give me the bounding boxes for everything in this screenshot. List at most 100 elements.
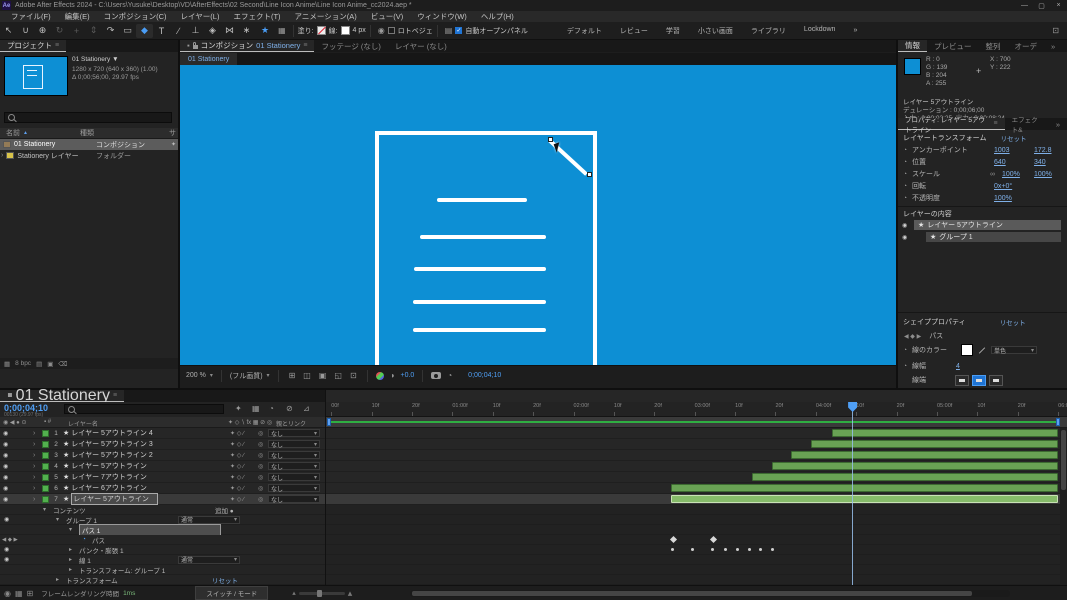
label-color-chip[interactable] <box>42 452 49 459</box>
layer-row[interactable]: ◉›1★レイヤー 5アウトライン 4✦ ◇ ∕◎なし▾ <box>0 428 325 439</box>
text-tool-icon[interactable]: T <box>153 24 170 38</box>
eye-icon[interactable]: ◉ <box>3 430 33 437</box>
folder-icon[interactable]: ▤ <box>445 26 453 35</box>
zoom-tool-icon[interactable]: ⊕ <box>34 24 51 38</box>
lock-icon[interactable] <box>193 45 198 49</box>
layer-duration-bar[interactable] <box>772 462 1058 470</box>
tab-info[interactable]: 情報 <box>898 40 927 52</box>
zoom-out-mountain-icon[interactable]: ▴ <box>292 589 296 597</box>
menu-item[interactable]: ファイル(F) <box>4 11 58 22</box>
project-item-row[interactable]: ›Stationery レイヤーフォルダー <box>0 150 178 161</box>
property-label[interactable]: 不透明度 <box>912 193 940 203</box>
label-color-chip[interactable] <box>42 474 49 481</box>
home-star-icon[interactable]: ★ <box>261 25 269 36</box>
zoom-slider-thumb[interactable] <box>317 590 322 597</box>
property-value[interactable]: 0x+0° <box>994 183 1012 190</box>
channels-icon[interactable] <box>376 372 384 380</box>
scrollbar-thumb[interactable] <box>412 591 972 596</box>
twirl-icon[interactable]: ▾ <box>43 506 46 513</box>
layer-name[interactable]: レイヤー 5アウトライン 3 <box>71 439 152 449</box>
stopwatch-icon[interactable]: ◔ <box>82 536 86 543</box>
new-comp-icon[interactable]: ▣ <box>47 360 53 368</box>
pen-tool-icon[interactable]: ◆ <box>136 24 153 38</box>
frame-blend-icon[interactable]: ◔ <box>269 404 274 413</box>
workspace-tab[interactable]: デフォルト <box>558 26 611 36</box>
property-label[interactable]: トランスフォーム: グループ 1 <box>79 565 165 575</box>
twirl-icon[interactable]: › <box>33 430 42 437</box>
parent-select[interactable]: なし▾ <box>268 451 320 459</box>
property-label[interactable]: 線 1 <box>79 555 91 565</box>
work-area-end-handle[interactable] <box>1056 418 1060 426</box>
eyedropper-icon[interactable] <box>979 347 985 353</box>
keyframe-nav-icons[interactable]: ◀ ◆ ▶ <box>2 537 18 543</box>
stroke-swatch[interactable] <box>341 26 350 35</box>
stopwatch-icon[interactable]: ◔ <box>898 171 912 178</box>
shape-reset-button[interactable]: リセット <box>1000 317 1026 327</box>
layer-switches[interactable]: ✦ ◇ ∕ <box>230 474 244 481</box>
layer-row[interactable]: ◉›6★レイヤー 6アウトライン✦ ◇ ∕◎なし▾ <box>0 483 325 494</box>
composition-mini-flowchart-icon[interactable]: ✦ <box>235 404 242 413</box>
transparency-grid-icon[interactable]: ◱ <box>332 371 344 380</box>
stroke-width-label[interactable]: 線幅 <box>912 361 926 371</box>
property-value[interactable]: 1003 <box>994 147 1010 154</box>
horizontal-scrollbar[interactable] <box>410 590 1010 597</box>
layer-name[interactable]: レイヤー 5アウトライン 4 <box>71 428 152 438</box>
parent-pickwhip-icon[interactable]: ◎ <box>258 430 263 437</box>
parent-pickwhip-icon[interactable]: ◎ <box>258 463 263 470</box>
comp-button-icon[interactable]: ◉ <box>4 589 11 598</box>
tab-preview[interactable]: プレビュー <box>927 40 979 52</box>
stopwatch-icon[interactable]: ◔ <box>898 183 912 190</box>
work-area-bar[interactable] <box>326 417 1067 428</box>
panel-menu-icon[interactable]: ≡ <box>303 42 307 49</box>
layer-duration-bar[interactable] <box>752 473 1058 481</box>
parent-pickwhip-icon[interactable]: ◎ <box>258 485 263 492</box>
eye-icon[interactable]: ◉ <box>3 474 33 481</box>
twirl-icon[interactable]: › <box>33 485 42 492</box>
eye-icon[interactable]: ◉ <box>3 441 33 448</box>
menu-item[interactable]: ウィンドウ(W) <box>410 11 474 22</box>
tab-project[interactable]: プロジェクト ≡ <box>0 40 66 52</box>
property-label[interactable]: トランスフォーム <box>66 575 118 585</box>
twirl-icon[interactable]: › <box>33 441 42 448</box>
eye-icon[interactable]: ◉ <box>3 496 33 503</box>
workspace-search-icon[interactable]: ⊡ <box>1052 26 1059 35</box>
graph-editor-icon[interactable]: ⊿ <box>303 404 310 413</box>
tab-properties[interactable]: プロパティ: レイヤー 5アウトライン≡ <box>898 118 1005 130</box>
property-tree-row[interactable]: ◉▸線 1通常▾ <box>0 555 325 565</box>
exposure-value[interactable]: +0.0 <box>401 372 415 379</box>
fill-type-select[interactable]: 単色▾ <box>991 346 1037 354</box>
layer-switches[interactable]: ✦ ◇ ∕ <box>230 452 244 459</box>
zoom-level[interactable]: 200 % <box>186 372 206 379</box>
property-tree-row[interactable]: ◉▸パンク・膨張 1 <box>0 545 325 555</box>
twirl-icon[interactable]: › <box>33 463 42 470</box>
mask-visibility-icon[interactable]: ◫ <box>301 371 313 380</box>
eye-icon[interactable]: ◉ <box>4 546 9 553</box>
eye-icon[interactable]: ◉ <box>3 485 33 492</box>
parent-pickwhip-icon[interactable]: ◎ <box>258 474 263 481</box>
show-snapshot-icon[interactable]: ◔ <box>445 371 454 380</box>
property-tree-row[interactable]: ▾パス 1 <box>0 525 325 535</box>
eraser-tool-icon[interactable]: ◈ <box>204 24 221 38</box>
rotobezier-checkbox[interactable] <box>388 27 395 34</box>
comp-name[interactable]: 01 Stationery ▼ <box>72 56 119 63</box>
path-property-label[interactable]: パス <box>929 331 943 341</box>
resolution-select[interactable]: (フル画質) <box>230 371 263 381</box>
twirl-icon[interactable]: ▸ <box>69 566 72 573</box>
cap-round-button[interactable] <box>972 375 986 386</box>
label-color-chip[interactable] <box>42 441 49 448</box>
new-folder-icon[interactable]: ▤ <box>36 360 42 368</box>
content-bar[interactable]: ★レイヤー 5アウトライン <box>914 220 1061 230</box>
motion-blur-icon[interactable]: ⊘ <box>286 404 293 413</box>
menu-item[interactable]: レイヤー(L) <box>174 11 227 22</box>
property-tree-row[interactable]: ▸トランスフォームリセット <box>0 575 325 585</box>
label-color-chip[interactable] <box>42 463 49 470</box>
parent-select[interactable]: なし▾ <box>268 440 320 448</box>
roto-brush-tool-icon[interactable]: ⋈ <box>221 24 238 38</box>
stroke-color-swatch[interactable] <box>961 344 973 356</box>
add-property-label[interactable]: 追加 ● <box>215 505 234 515</box>
eye-icon[interactable]: ◉ <box>4 516 9 523</box>
eye-icon[interactable]: ◉ <box>4 556 9 563</box>
tab-overflow[interactable]: » <box>1044 40 1062 52</box>
mask-shape-tool-icon[interactable]: ▭ <box>119 24 136 38</box>
property-value[interactable]: 640 <box>994 159 1006 166</box>
